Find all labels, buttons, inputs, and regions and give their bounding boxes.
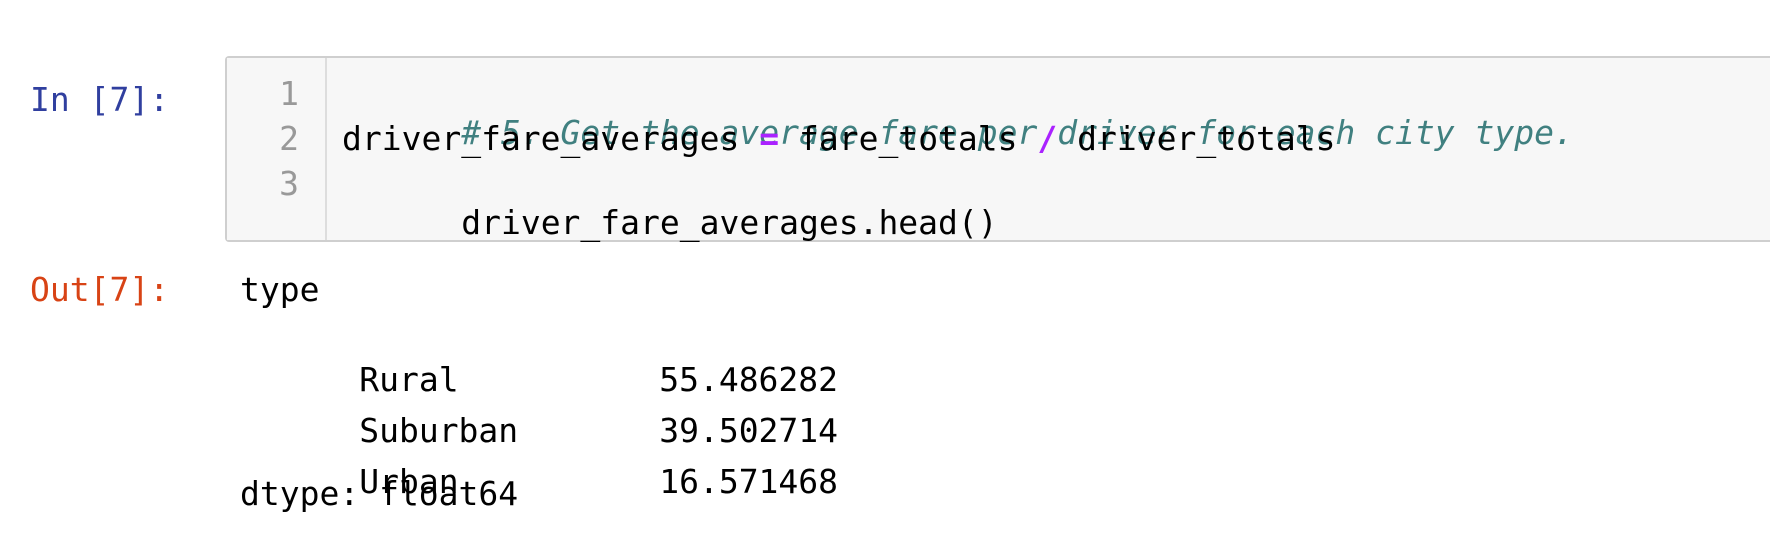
notebook-page: In [7]: 1 2 3 # 5. Get the average fare … [0,0,1770,550]
code-line-2: driver_fare_averages = fare_totals / dri… [342,119,1335,158]
output-row-value: 16.571468 [659,462,839,501]
line-number: 2 [279,119,299,158]
code-expression: driver_fare_averages.head() [461,203,998,242]
code-variable: driver_totals [1077,119,1336,158]
line-number-gutter: 1 2 3 [227,58,327,240]
assignment-operator: = [759,119,780,158]
code-cell-editor[interactable]: 1 2 3 # 5. Get the average fare per driv… [225,56,1770,242]
division-operator: / [1037,119,1058,158]
output-header: type [240,270,320,309]
input-prompt: In [7]: [30,80,170,119]
line-number: 1 [279,74,299,113]
code-line-3: driver_fare_averages.head() [342,164,998,281]
line-number: 3 [279,164,299,203]
output-prompt: Out[7]: [30,270,170,309]
output-dtype: dtype: float64 [240,474,519,513]
code-variable: fare_totals [798,119,1018,158]
code-variable: driver_fare_averages [342,119,740,158]
